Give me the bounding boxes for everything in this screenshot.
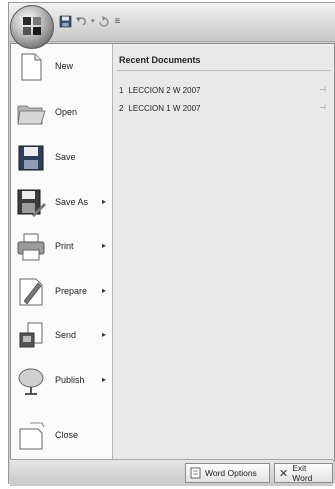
- office-menu: New Open Save Save As ▸ Print ▸ Prepare …: [10, 43, 335, 461]
- exit-word-button[interactable]: ✕ Exit Word: [274, 463, 333, 483]
- menu-item-prepare[interactable]: Prepare ▸: [11, 275, 112, 309]
- menu-commands: New Open Save Save As ▸ Print ▸ Prepare …: [11, 44, 113, 460]
- menu-item-label: Prepare: [55, 286, 88, 296]
- recent-document-item[interactable]: 1 LECCION 2 W 2007 ⊣: [119, 83, 328, 97]
- menu-item-save-as[interactable]: Save As ▸: [11, 186, 112, 220]
- save-disk-icon: [18, 145, 44, 171]
- office-logo-icon: [23, 17, 41, 35]
- menu-item-new[interactable]: New: [11, 50, 112, 84]
- menu-item-open[interactable]: Open: [11, 96, 112, 130]
- submenu-arrow-icon: ▸: [101, 330, 106, 339]
- submenu-arrow-icon: ▸: [101, 241, 106, 250]
- recent-document-index: 1: [119, 85, 124, 95]
- undo-dropdown-icon[interactable]: ▾: [91, 17, 95, 25]
- menu-item-save[interactable]: Save: [11, 141, 112, 175]
- menu-item-close[interactable]: Close: [11, 419, 112, 453]
- publish-icon: [18, 368, 44, 395]
- submenu-arrow-icon: ▸: [101, 286, 106, 295]
- pin-icon[interactable]: ⊣: [319, 103, 326, 112]
- recent-documents-divider: [117, 70, 330, 71]
- menu-item-label: Open: [55, 107, 78, 117]
- menu-item-label: Print: [55, 241, 74, 251]
- menu-item-label: Close: [55, 430, 79, 440]
- menu-item-label: Save As: [55, 197, 89, 207]
- recent-document-index: 2: [119, 103, 124, 113]
- send-icon: [19, 322, 43, 348]
- open-folder-icon: [17, 105, 46, 125]
- office-button[interactable]: [10, 5, 54, 49]
- prepare-icon: [19, 278, 43, 306]
- quick-access-toolbar: ▾ ≡: [9, 3, 335, 42]
- recent-document-name: LECCION 2 W 2007: [128, 85, 201, 95]
- submenu-arrow-icon: ▸: [101, 375, 106, 384]
- quick-access-icons: ▾ ≡: [59, 11, 120, 31]
- exit-word-label: Exit Word: [292, 463, 313, 483]
- word-options-label: Word Options: [205, 468, 257, 478]
- office-menu-window: ▾ ≡ New Open Save Save As ▸ Print ▸ Prep…: [8, 2, 335, 486]
- save-as-icon: [17, 189, 46, 217]
- menu-item-publish[interactable]: Publish ▸: [11, 364, 112, 398]
- undo-icon[interactable]: [75, 15, 88, 28]
- menu-item-print[interactable]: Print ▸: [11, 230, 112, 264]
- menu-footer: Word Options ✕ Exit Word: [10, 459, 333, 486]
- recent-document-name: LECCION 1 W 2007: [128, 103, 201, 113]
- customize-toolbar-icon[interactable]: ≡: [115, 16, 121, 27]
- menu-item-label: New: [55, 61, 74, 71]
- recent-documents-panel: Recent Documents 1 LECCION 2 W 2007 ⊣ 2 …: [113, 44, 334, 460]
- submenu-arrow-icon: ▸: [101, 197, 106, 206]
- menu-item-label: Publish: [55, 375, 85, 385]
- redo-icon[interactable]: [98, 15, 110, 28]
- save-icon[interactable]: [59, 15, 72, 28]
- menu-item-label: Send: [55, 330, 77, 340]
- close-document-icon: [19, 422, 45, 450]
- menu-item-label: Save: [55, 152, 76, 162]
- menu-item-send[interactable]: Send ▸: [11, 319, 112, 353]
- exit-icon: ✕: [279, 467, 289, 480]
- word-options-button[interactable]: Word Options: [185, 463, 270, 483]
- recent-document-item[interactable]: 2 LECCION 1 W 2007 ⊣: [119, 101, 328, 115]
- new-document-icon: [21, 53, 42, 81]
- printer-icon: [17, 233, 45, 261]
- recent-documents-title: Recent Documents: [119, 55, 201, 65]
- word-options-icon: [190, 467, 201, 479]
- pin-icon[interactable]: ⊣: [319, 85, 326, 94]
